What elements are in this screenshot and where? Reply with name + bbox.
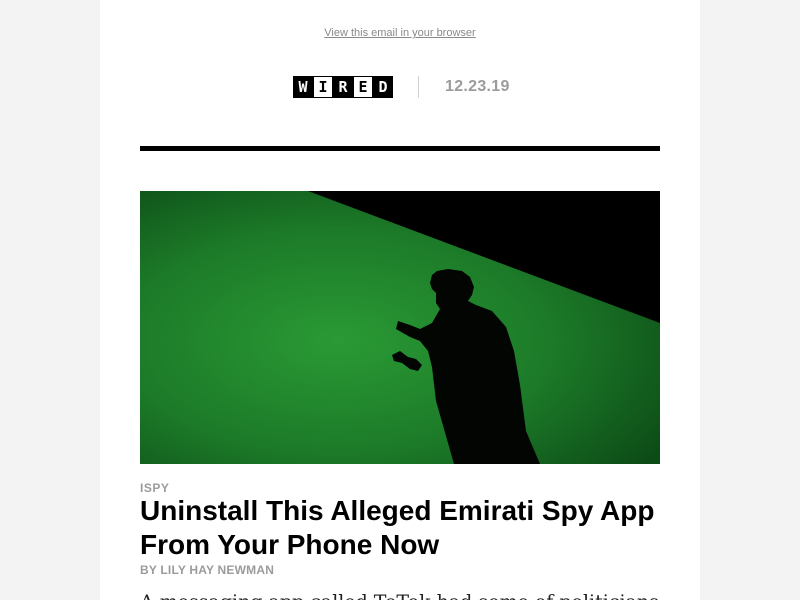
- logo-letter-i: I: [313, 76, 333, 98]
- story-byline: BY LILY HAY NEWMAN: [140, 563, 275, 577]
- logo-letter-e: E: [353, 76, 373, 98]
- wired-logo[interactable]: W I R E D: [293, 76, 393, 98]
- masthead-divider: [418, 76, 419, 98]
- view-in-browser-link[interactable]: View this email in your browser: [100, 27, 700, 39]
- email-body: View this email in your browser W I R E …: [100, 0, 700, 600]
- section-rule: [140, 146, 660, 151]
- masthead: W I R E D 12.23.19: [100, 76, 700, 98]
- logo-letter-r: R: [333, 76, 353, 98]
- story-headline[interactable]: Uninstall This Alleged Emirati Spy App F…: [140, 494, 660, 562]
- hero-image[interactable]: [140, 191, 660, 464]
- story-kicker[interactable]: ISPY: [140, 481, 169, 495]
- logo-letter-d: D: [373, 76, 393, 98]
- issue-date: 12.23.19: [445, 78, 510, 95]
- logo-letter-w: W: [293, 76, 313, 98]
- story-dek: A messaging app called ToTok had some of…: [140, 589, 660, 600]
